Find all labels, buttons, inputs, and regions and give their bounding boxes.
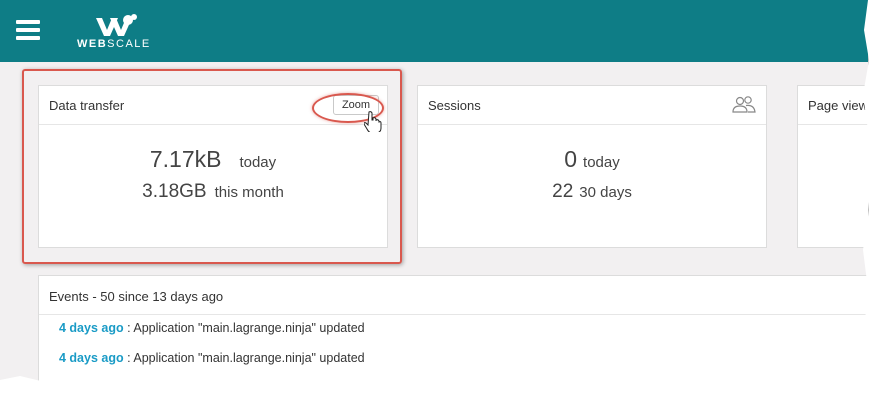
period-value: 22 bbox=[552, 181, 574, 202]
event-text: : Application "main.lagrange.ninja" upda… bbox=[123, 351, 365, 365]
today-label: today bbox=[583, 154, 620, 171]
page-views-card: Page view bbox=[797, 85, 868, 248]
card-header: Page view bbox=[798, 86, 868, 125]
card-title: Page view bbox=[808, 98, 868, 113]
today-stat: 0 today bbox=[418, 146, 766, 173]
events-header: Events - 50 since 13 days ago bbox=[39, 276, 868, 315]
top-bar: WEBSCALE bbox=[0, 0, 868, 62]
event-item: 4 days ago : Application "main.lagrange.… bbox=[59, 351, 365, 365]
brand-name: WEBSCALE bbox=[77, 38, 151, 50]
event-item: 4 days ago : Application "main.lagrange.… bbox=[59, 321, 365, 335]
card-header: Sessions bbox=[418, 86, 766, 125]
event-text: : Application "main.lagrange.ninja" upda… bbox=[123, 321, 365, 335]
event-time-link[interactable]: 4 days ago bbox=[59, 351, 124, 365]
card-title: Sessions bbox=[428, 98, 481, 113]
app-screen: WEBSCALE Data transfer Zoom 7.17kB today … bbox=[0, 0, 868, 385]
events-panel: Events - 50 since 13 days ago 4 days ago… bbox=[38, 275, 868, 385]
hamburger-menu-icon[interactable] bbox=[16, 20, 40, 40]
sessions-card: Sessions 0 today 22 30 days bbox=[417, 85, 767, 248]
period-stat: 22 30 days bbox=[418, 181, 766, 203]
hand-cursor-icon bbox=[364, 111, 382, 132]
period-label: 30 days bbox=[579, 184, 632, 201]
event-time-link[interactable]: 4 days ago bbox=[59, 321, 124, 335]
events-title: Events - 50 since 13 days ago bbox=[49, 289, 224, 304]
users-icon bbox=[732, 96, 756, 113]
today-value: 0 bbox=[564, 146, 578, 172]
